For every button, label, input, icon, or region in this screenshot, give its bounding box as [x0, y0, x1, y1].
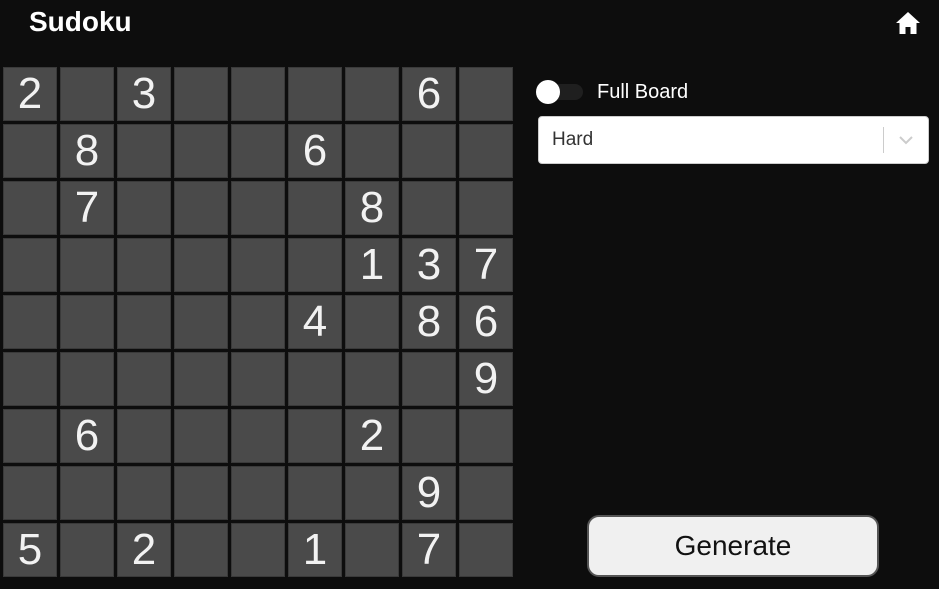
sudoku-cell[interactable]: 9	[402, 466, 456, 520]
sudoku-cell[interactable]	[174, 238, 228, 292]
sudoku-cell[interactable]: 6	[288, 124, 342, 178]
sudoku-cell[interactable]	[174, 295, 228, 349]
sudoku-cell[interactable]: 9	[459, 352, 513, 406]
sudoku-cell[interactable]: 2	[117, 523, 171, 577]
sudoku-cell[interactable]	[231, 181, 285, 235]
sudoku-cell[interactable]: 7	[60, 181, 114, 235]
sudoku-cell[interactable]	[60, 352, 114, 406]
sudoku-cell[interactable]	[288, 181, 342, 235]
sudoku-cell[interactable]	[60, 238, 114, 292]
sudoku-cell[interactable]	[231, 124, 285, 178]
sudoku-cell[interactable]	[117, 181, 171, 235]
home-button[interactable]	[894, 9, 922, 37]
dropdown-toggle[interactable]	[884, 117, 928, 163]
sudoku-cell[interactable]	[117, 238, 171, 292]
sudoku-cell[interactable]	[459, 181, 513, 235]
sudoku-cell[interactable]: 2	[345, 409, 399, 463]
sudoku-cell[interactable]	[60, 466, 114, 520]
sudoku-cell[interactable]	[345, 295, 399, 349]
sudoku-cell[interactable]	[3, 409, 57, 463]
chevron-down-icon	[899, 136, 913, 145]
sudoku-cell[interactable]	[60, 295, 114, 349]
sudoku-cell[interactable]	[174, 466, 228, 520]
generate-button[interactable]: Generate	[587, 515, 879, 577]
sudoku-cell[interactable]	[231, 523, 285, 577]
sudoku-cell[interactable]	[402, 352, 456, 406]
sudoku-cell[interactable]	[174, 352, 228, 406]
sudoku-cell[interactable]	[231, 352, 285, 406]
sudoku-board: 236867813748696295217	[3, 67, 517, 581]
sudoku-cell[interactable]	[231, 409, 285, 463]
sudoku-cell[interactable]: 6	[459, 295, 513, 349]
sudoku-cell[interactable]	[345, 124, 399, 178]
sudoku-cell[interactable]: 6	[60, 409, 114, 463]
sudoku-cell[interactable]	[345, 466, 399, 520]
full-board-toggle[interactable]	[535, 79, 583, 105]
sudoku-cell[interactable]	[345, 352, 399, 406]
sudoku-cell[interactable]	[174, 181, 228, 235]
sudoku-cell[interactable]: 7	[402, 523, 456, 577]
sudoku-cell[interactable]	[402, 124, 456, 178]
sudoku-cell[interactable]	[231, 466, 285, 520]
sudoku-cell[interactable]: 5	[3, 523, 57, 577]
sudoku-cell[interactable]	[231, 67, 285, 121]
sudoku-cell[interactable]: 6	[402, 67, 456, 121]
sudoku-cell[interactable]	[60, 67, 114, 121]
sudoku-app: Sudoku 236867813748696295217 Full Board …	[0, 0, 939, 589]
home-icon	[896, 12, 920, 34]
toggle-knob	[536, 80, 560, 104]
sudoku-cell[interactable]: 1	[345, 238, 399, 292]
sudoku-cell[interactable]	[174, 67, 228, 121]
sudoku-cell[interactable]	[288, 409, 342, 463]
sudoku-cell[interactable]	[3, 295, 57, 349]
sudoku-cell[interactable]	[288, 67, 342, 121]
sudoku-cell[interactable]	[60, 523, 114, 577]
sudoku-cell[interactable]	[3, 238, 57, 292]
sudoku-cell[interactable]	[231, 238, 285, 292]
sudoku-cell[interactable]	[117, 124, 171, 178]
sudoku-cell[interactable]	[117, 409, 171, 463]
sudoku-cell[interactable]	[288, 352, 342, 406]
sudoku-cell[interactable]: 8	[402, 295, 456, 349]
sudoku-cell[interactable]	[459, 67, 513, 121]
sudoku-cell[interactable]: 8	[60, 124, 114, 178]
sudoku-cell[interactable]	[459, 466, 513, 520]
sudoku-cell[interactable]	[288, 466, 342, 520]
sudoku-cell[interactable]	[3, 181, 57, 235]
sudoku-cell[interactable]	[402, 181, 456, 235]
difficulty-select[interactable]: Hard	[538, 116, 929, 164]
difficulty-value: Hard	[552, 129, 594, 150]
full-board-toggle-row: Full Board	[535, 79, 688, 105]
sudoku-cell[interactable]	[459, 124, 513, 178]
sudoku-cell[interactable]: 1	[288, 523, 342, 577]
sudoku-cell[interactable]	[402, 409, 456, 463]
sudoku-cell[interactable]: 4	[288, 295, 342, 349]
sudoku-cell[interactable]	[288, 238, 342, 292]
sudoku-cell[interactable]	[459, 409, 513, 463]
sudoku-cell[interactable]	[231, 295, 285, 349]
sudoku-cell[interactable]: 2	[3, 67, 57, 121]
page-title: Sudoku	[29, 6, 132, 37]
sudoku-cell[interactable]	[3, 352, 57, 406]
sudoku-cell[interactable]: 8	[345, 181, 399, 235]
full-board-label: Full Board	[597, 80, 689, 103]
sudoku-cell[interactable]	[117, 352, 171, 406]
sudoku-cell[interactable]	[3, 466, 57, 520]
sudoku-cell[interactable]: 3	[117, 67, 171, 121]
sudoku-cell[interactable]	[459, 523, 513, 577]
sudoku-cell[interactable]: 7	[459, 238, 513, 292]
sudoku-cell[interactable]	[174, 523, 228, 577]
sudoku-cell[interactable]	[174, 124, 228, 178]
sudoku-cell[interactable]	[174, 409, 228, 463]
sudoku-cell[interactable]	[3, 124, 57, 178]
sudoku-cell[interactable]	[117, 295, 171, 349]
sudoku-cell[interactable]: 3	[402, 238, 456, 292]
sudoku-cell[interactable]	[345, 523, 399, 577]
sudoku-cell[interactable]	[345, 67, 399, 121]
sudoku-cell[interactable]	[117, 466, 171, 520]
